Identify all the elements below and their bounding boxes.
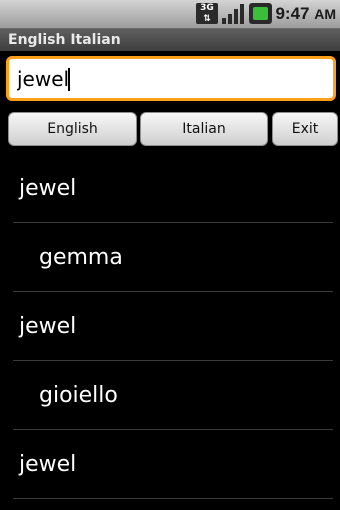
list-divider [13, 498, 333, 499]
result-item[interactable]: gioiello [0, 361, 340, 430]
data-arrows-icon: ⇅ [203, 14, 211, 24]
network-label: 3G [200, 3, 214, 13]
exit-button[interactable]: Exit [272, 112, 338, 146]
result-text: gemma [39, 245, 123, 270]
network-3g-icon: 3G ⇅ [196, 3, 218, 24]
result-item[interactable]: jewel [0, 430, 340, 499]
search-field[interactable] [6, 56, 336, 101]
clock-time: 9:47 [275, 4, 310, 23]
results-list: jewel gemma jewel gioiello jewel [0, 154, 340, 499]
result-text: jewel [19, 314, 77, 339]
result-item[interactable]: jewel [0, 154, 340, 223]
clock-ampm: AM [314, 6, 336, 22]
result-text: gioiello [39, 383, 118, 408]
battery-icon [249, 3, 272, 24]
status-clock: 9:47 AM [275, 2, 336, 26]
result-item[interactable]: jewel [0, 292, 340, 361]
app-title-bar: English Italian [0, 29, 340, 51]
english-button[interactable]: English [8, 112, 137, 146]
italian-button[interactable]: Italian [140, 112, 268, 146]
result-text: jewel [19, 452, 77, 477]
status-bar: 3G ⇅ 9:47 AM [0, 0, 340, 29]
result-text: jewel [19, 176, 77, 201]
app-title: English Italian [8, 32, 121, 48]
text-caret [68, 68, 70, 91]
signal-strength-icon [222, 3, 244, 24]
search-input[interactable] [17, 65, 317, 93]
result-item[interactable]: gemma [0, 223, 340, 292]
